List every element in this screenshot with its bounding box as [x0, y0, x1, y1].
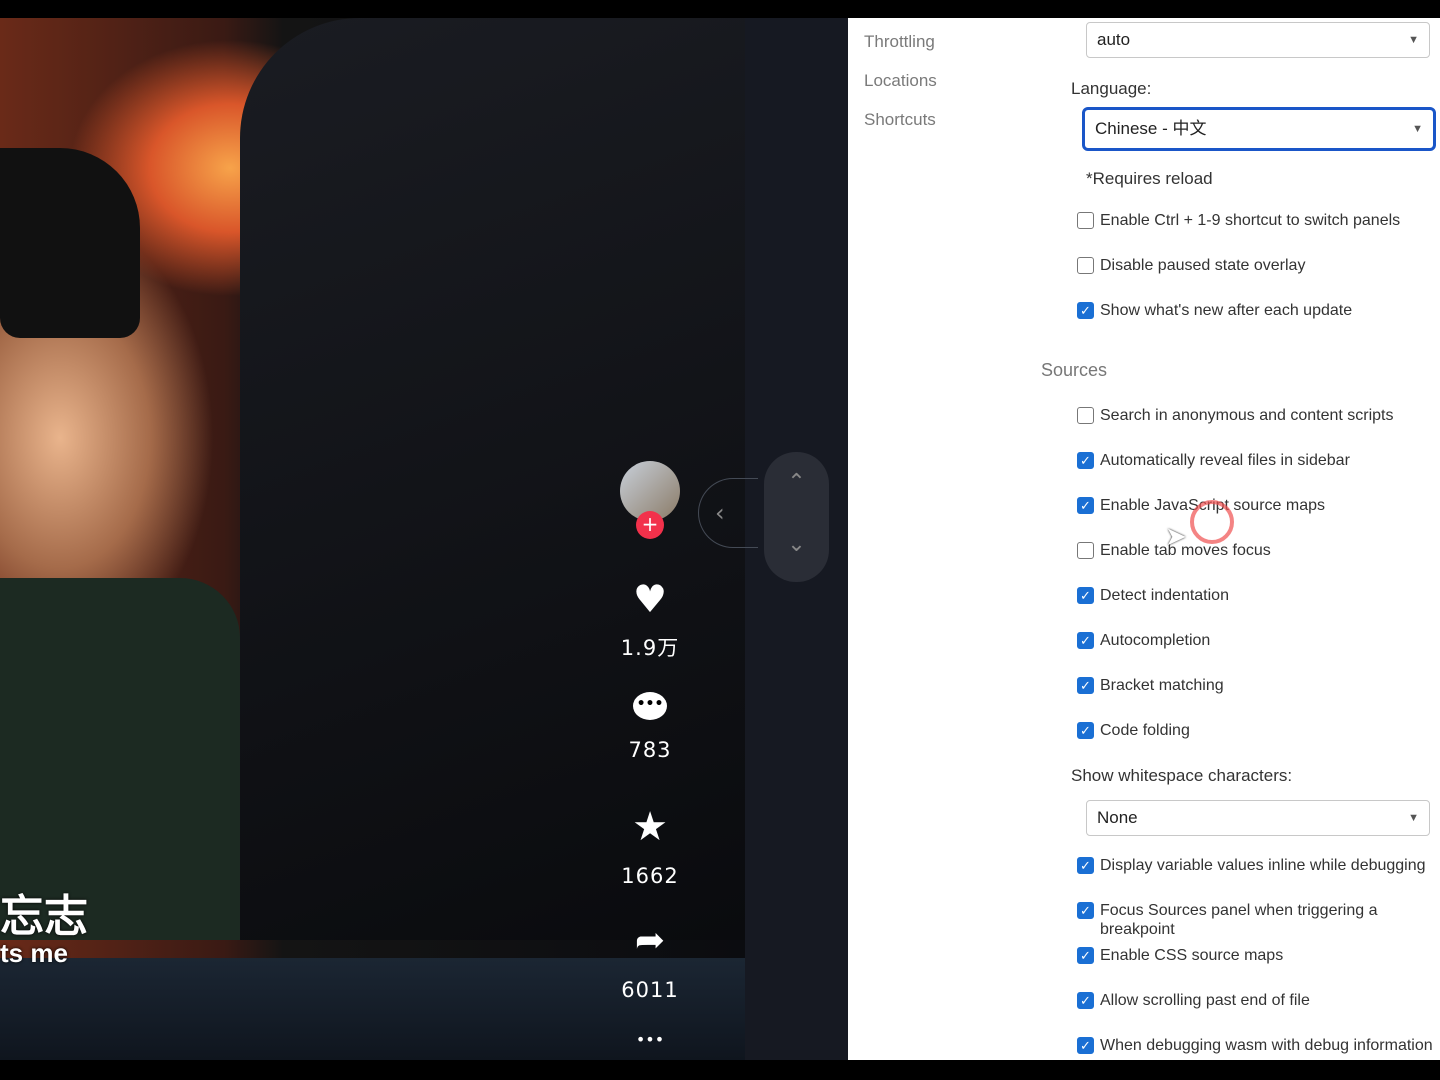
setting-checkbox[interactable]: ✓ Show what's new after each update: [1077, 301, 1437, 320]
setting-label: Display variable values inline while deb…: [1100, 857, 1426, 874]
comment-count: 783: [628, 738, 672, 762]
requires-reload-note: *Requires reload: [1086, 169, 1213, 188]
chevron-left-icon: ‹: [715, 499, 725, 527]
comment-icon: •••: [633, 692, 667, 720]
subtitle-english: ts me: [0, 938, 68, 968]
video-frame-child: [0, 148, 140, 338]
setting-checkbox[interactable]: ✓ Enable CSS source maps: [1077, 946, 1437, 965]
setting-checkbox[interactable]: ✓ Automatically reveal files in sidebar: [1077, 451, 1437, 470]
setting-checkbox[interactable]: ✓ Code folding: [1077, 721, 1437, 740]
language-select[interactable]: Chinese - 中文 ▼: [1082, 107, 1436, 151]
setting-label: Search in anonymous and content scripts: [1100, 407, 1394, 424]
setting-checkbox[interactable]: Search in anonymous and content scripts: [1077, 406, 1437, 425]
setting-checkbox[interactable]: ✓ Bracket matching: [1077, 676, 1437, 695]
setting-label: Allow scrolling past end of file: [1100, 992, 1310, 1009]
checkbox-unchecked-icon[interactable]: [1077, 407, 1094, 424]
setting-checkbox[interactable]: ✓ Enable JavaScript source maps: [1077, 496, 1437, 515]
setting-checkbox[interactable]: ✓ Focus Sources panel when triggering a b…: [1077, 901, 1437, 939]
dropdown-arrow-icon: ▼: [1408, 812, 1419, 824]
setting-label: Enable Ctrl + 1-9 shortcut to switch pan…: [1100, 212, 1401, 229]
setting-checkbox[interactable]: ✓ Autocompletion: [1077, 631, 1437, 650]
setting-label: Disable paused state overlay: [1100, 257, 1306, 274]
language-label: Language:: [1071, 79, 1152, 98]
checkbox-checked-icon[interactable]: ✓: [1077, 947, 1094, 964]
next-video-button[interactable]: ⌄: [764, 514, 829, 576]
video-player[interactable]: 忘志 ts me: [0, 18, 745, 1060]
share-button[interactable]: ➦ 6011: [620, 920, 680, 1002]
throttling-select[interactable]: auto ▼: [1086, 22, 1430, 58]
checkbox-checked-icon[interactable]: ✓: [1077, 722, 1094, 739]
like-count: 1.9万: [620, 636, 680, 660]
comment-button[interactable]: ••• 783: [620, 692, 680, 762]
more-button[interactable]: •••: [620, 1030, 680, 1049]
favorite-button[interactable]: ★ 1662: [620, 806, 680, 888]
setting-label: Enable CSS source maps: [1100, 947, 1284, 964]
like-button[interactable]: ♥ 1.9万: [620, 578, 680, 662]
setting-label: Focus Sources panel when triggering a br…: [1100, 902, 1378, 938]
share-icon: ➦: [634, 920, 666, 961]
mouse-cursor-icon: ➤: [1165, 522, 1187, 552]
star-icon: ★: [632, 804, 668, 850]
setting-checkbox[interactable]: ✓ When debugging wasm with debug informat…: [1077, 1036, 1437, 1055]
throttling-value: auto: [1097, 30, 1131, 49]
setting-label: Enable tab moves focus: [1100, 542, 1271, 559]
devtools-settings-panel: Throttling Locations Shortcuts auto ▼ Lan…: [848, 18, 1440, 1060]
subtitle-chinese: 忘志: [0, 891, 88, 942]
checkbox-checked-icon[interactable]: ✓: [1077, 1037, 1094, 1054]
sidebar-item-shortcuts[interactable]: Shortcuts: [864, 110, 936, 130]
chevron-down-icon: ⌄: [787, 532, 806, 557]
setting-checkbox[interactable]: ✓ Allow scrolling past end of file: [1077, 991, 1437, 1010]
setting-label: Automatically reveal files in sidebar: [1100, 452, 1350, 469]
sidebar-item-throttling[interactable]: Throttling: [864, 32, 935, 52]
language-value: Chinese - 中文: [1095, 119, 1207, 138]
checkbox-checked-icon[interactable]: ✓: [1077, 302, 1094, 319]
checkbox-unchecked-icon[interactable]: [1077, 257, 1094, 274]
heart-icon: ♥: [632, 577, 668, 621]
setting-checkbox[interactable]: Disable paused state overlay: [1077, 256, 1437, 275]
setting-label: Detect indentation: [1100, 587, 1229, 604]
checkbox-checked-icon[interactable]: ✓: [1077, 857, 1094, 874]
whitespace-label: Show whitespace characters:: [1071, 766, 1293, 785]
checkbox-checked-icon[interactable]: ✓: [1077, 632, 1094, 649]
dropdown-arrow-icon: ▼: [1408, 34, 1419, 46]
whitespace-value: None: [1097, 808, 1138, 827]
section-title-sources: Sources: [1041, 360, 1108, 380]
setting-label: Code folding: [1100, 722, 1190, 739]
checkbox-checked-icon[interactable]: ✓: [1077, 452, 1094, 469]
setting-checkbox[interactable]: ✓ Display variable values inline while de…: [1077, 856, 1437, 875]
checkbox-checked-icon[interactable]: ✓: [1077, 902, 1094, 919]
video-nav-pill: ⌃ ⌄: [764, 452, 829, 582]
checkbox-checked-icon[interactable]: ✓: [1077, 992, 1094, 1009]
dropdown-arrow-icon: ▼: [1412, 123, 1423, 135]
previous-video-button[interactable]: ⌃: [764, 452, 829, 514]
whitespace-select[interactable]: None ▼: [1086, 800, 1430, 836]
checkbox-checked-icon[interactable]: ✓: [1077, 587, 1094, 604]
checkbox-unchecked-icon[interactable]: [1077, 542, 1094, 559]
favorite-count: 1662: [621, 864, 679, 888]
setting-label: Bracket matching: [1100, 677, 1224, 694]
setting-checkbox[interactable]: ✓ Detect indentation: [1077, 586, 1437, 605]
setting-checkbox[interactable]: Enable Ctrl + 1-9 shortcut to switch pan…: [1077, 211, 1437, 230]
sidebar-item-locations[interactable]: Locations: [864, 71, 937, 91]
setting-label: When debugging wasm with debug informati…: [1100, 1037, 1433, 1054]
click-indicator: [1190, 500, 1234, 544]
checkbox-checked-icon[interactable]: ✓: [1077, 677, 1094, 694]
follow-button[interactable]: +: [636, 511, 664, 539]
checkbox-checked-icon[interactable]: ✓: [1077, 497, 1094, 514]
setting-checkbox[interactable]: Enable tab moves focus: [1077, 541, 1437, 560]
checkbox-unchecked-icon[interactable]: [1077, 212, 1094, 229]
setting-label: Autocompletion: [1100, 632, 1211, 649]
setting-label: Show what's new after each update: [1100, 302, 1353, 319]
setting-label: Enable JavaScript source maps: [1100, 497, 1325, 514]
chevron-up-icon: ⌃: [787, 470, 806, 495]
share-count: 6011: [621, 978, 679, 1002]
